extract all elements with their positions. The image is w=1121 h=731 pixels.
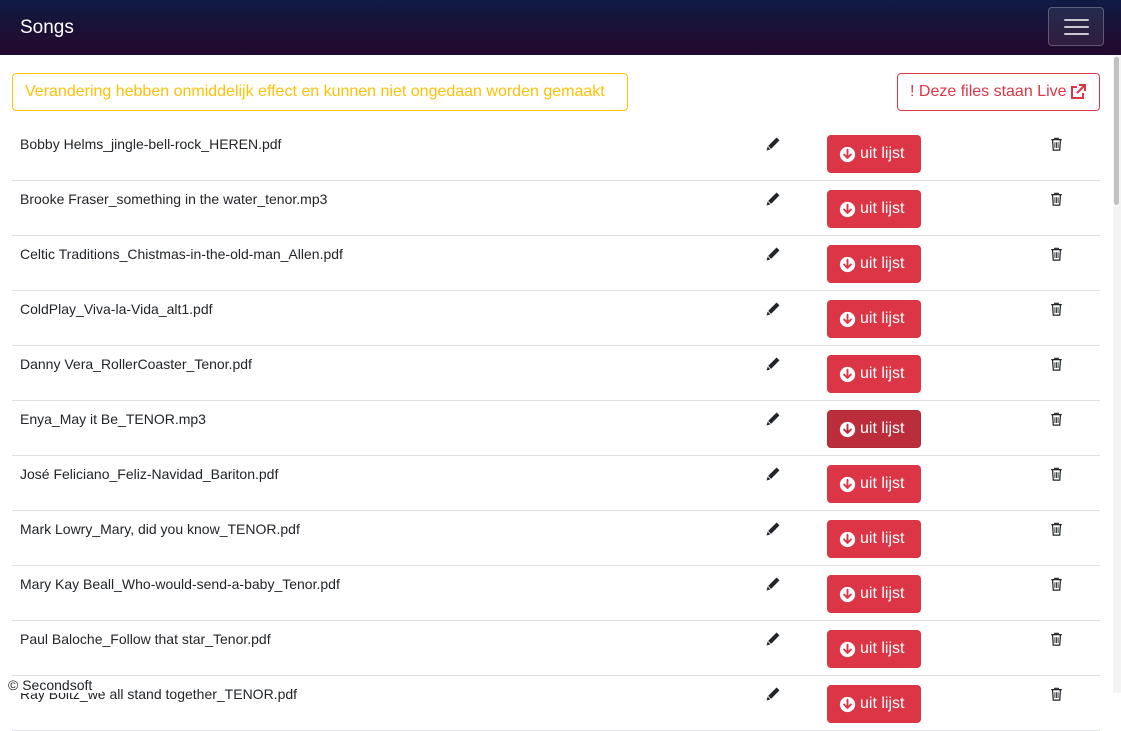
navbar-toggler-button[interactable] [1048, 7, 1104, 46]
song-filename: Mark Lowry_Mary, did you know_TENOR.pdf [20, 521, 300, 537]
table-row: Paul Baloche_Follow that star_Tenor.pdfu… [12, 621, 1100, 676]
trash-icon[interactable] [1050, 302, 1063, 316]
remove-from-list-button[interactable]: uit lijst [827, 355, 921, 393]
table-row: Bobby Helms_jingle-bell-rock_HEREN.pdfui… [12, 126, 1100, 181]
pencil-icon[interactable] [766, 412, 780, 426]
remove-from-list-button[interactable]: uit lijst [827, 245, 921, 283]
song-filename: Brooke Fraser_something in the water_ten… [20, 191, 328, 207]
arrow-circle-down-icon [839, 586, 856, 603]
warning-notice: Verandering hebben onmiddelijk effect en… [12, 73, 628, 111]
pencil-icon[interactable] [766, 577, 780, 591]
song-filename: ColdPlay_Viva-la-Vida_alt1.pdf [20, 301, 213, 317]
pencil-icon[interactable] [766, 632, 780, 646]
trash-icon[interactable] [1050, 357, 1063, 371]
trash-icon[interactable] [1050, 577, 1063, 591]
table-row: Enya_May it Be_TENOR.mp3uit lijst [12, 401, 1100, 456]
pencil-icon[interactable] [766, 247, 780, 261]
arrow-circle-down-icon [839, 421, 856, 438]
arrow-circle-down-icon [839, 696, 856, 713]
pencil-icon[interactable] [766, 137, 780, 151]
remove-from-list-button[interactable]: uit lijst [827, 465, 921, 503]
table-row: José Feliciano_Feliz-Navidad_Bariton.pdf… [12, 456, 1100, 511]
trash-icon[interactable] [1050, 632, 1063, 646]
table-row: Mary Kay Beall_Who-would-send-a-baby_Ten… [12, 566, 1100, 621]
arrow-circle-down-icon [839, 641, 856, 658]
trash-icon[interactable] [1050, 412, 1063, 426]
scrollbar-thumb[interactable] [1114, 57, 1119, 205]
arrow-circle-down-icon [839, 146, 856, 163]
table-row: Brooke Fraser_something in the water_ten… [12, 181, 1100, 236]
remove-from-list-button[interactable]: uit lijst [827, 190, 921, 228]
song-filename: José Feliciano_Feliz-Navidad_Bariton.pdf [20, 466, 279, 482]
remove-from-list-label: uit lijst [860, 365, 905, 382]
remove-from-list-label: uit lijst [860, 640, 905, 657]
pencil-icon[interactable] [766, 687, 780, 701]
pencil-icon[interactable] [766, 302, 780, 316]
songs-table: Bobby Helms_jingle-bell-rock_HEREN.pdfui… [12, 126, 1100, 731]
pencil-icon[interactable] [766, 522, 780, 536]
table-row: Celtic Traditions_Chistmas-in-the-old-ma… [12, 236, 1100, 291]
remove-from-list-label: uit lijst [860, 200, 905, 217]
remove-from-list-label: uit lijst [860, 695, 905, 712]
external-link-icon [1071, 84, 1086, 99]
live-files-label: ! Deze files staan Live [910, 83, 1067, 100]
footer-copyright: © Secondsoft [0, 676, 103, 693]
table-row: ColdPlay_Viva-la-Vida_alt1.pdfuit lijst [12, 291, 1100, 346]
table-row: Danny Vera_RollerCoaster_Tenor.pdfuit li… [12, 346, 1100, 401]
remove-from-list-label: uit lijst [860, 530, 905, 547]
table-row: Mark Lowry_Mary, did you know_TENOR.pdfu… [12, 511, 1100, 566]
arrow-circle-down-icon [839, 201, 856, 218]
remove-from-list-label: uit lijst [860, 420, 905, 437]
remove-from-list-button[interactable]: uit lijst [827, 575, 921, 613]
remove-from-list-button[interactable]: uit lijst [827, 520, 921, 558]
remove-from-list-label: uit lijst [860, 255, 905, 272]
pencil-icon[interactable] [766, 467, 780, 481]
table-row: Ray Boltz_we all stand together_TENOR.pd… [12, 676, 1100, 731]
song-filename: Paul Baloche_Follow that star_Tenor.pdf [20, 631, 271, 647]
remove-from-list-label: uit lijst [860, 475, 905, 492]
song-filename: Mary Kay Beall_Who-would-send-a-baby_Ten… [20, 576, 340, 592]
song-filename: Celtic Traditions_Chistmas-in-the-old-ma… [20, 246, 343, 262]
arrow-circle-down-icon [839, 311, 856, 328]
arrow-circle-down-icon [839, 256, 856, 273]
remove-from-list-button[interactable]: uit lijst [827, 300, 921, 338]
navbar-brand[interactable]: Songs [20, 16, 74, 40]
remove-from-list-label: uit lijst [860, 310, 905, 327]
remove-from-list-button[interactable]: uit lijst [827, 630, 921, 668]
remove-from-list-label: uit lijst [860, 585, 905, 602]
trash-icon[interactable] [1050, 247, 1063, 261]
trash-icon[interactable] [1050, 687, 1063, 701]
navbar: Songs [0, 0, 1121, 55]
remove-from-list-button[interactable]: uit lijst [827, 135, 921, 173]
arrow-circle-down-icon [839, 366, 856, 383]
trash-icon[interactable] [1050, 467, 1063, 481]
pencil-icon[interactable] [766, 192, 780, 206]
remove-from-list-button[interactable]: uit lijst [827, 685, 921, 723]
song-filename: Bobby Helms_jingle-bell-rock_HEREN.pdf [20, 136, 282, 152]
pencil-icon[interactable] [766, 357, 780, 371]
live-files-link[interactable]: ! Deze files staan Live [897, 73, 1100, 111]
arrow-circle-down-icon [839, 531, 856, 548]
trash-icon[interactable] [1050, 137, 1063, 151]
remove-from-list-label: uit lijst [860, 145, 905, 162]
song-filename: Danny Vera_RollerCoaster_Tenor.pdf [20, 356, 252, 372]
remove-from-list-button[interactable]: uit lijst [827, 410, 921, 448]
trash-icon[interactable] [1050, 522, 1063, 536]
trash-icon[interactable] [1050, 192, 1063, 206]
arrow-circle-down-icon [839, 476, 856, 493]
song-filename: Enya_May it Be_TENOR.mp3 [20, 411, 206, 427]
